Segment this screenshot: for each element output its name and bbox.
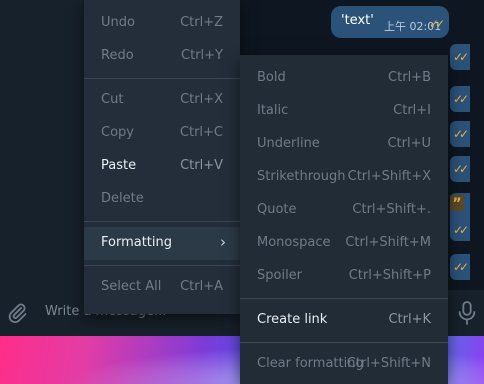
menu-item-label: Cut	[101, 92, 124, 107]
message-bubble[interactable]: 'text' 上午 02:01 ✓✓	[331, 6, 449, 38]
menu-item-shortcut: Ctrl+K	[388, 312, 431, 327]
menu-item-monospace[interactable]: Monospace Ctrl+Shift+M	[240, 227, 448, 260]
menu-item-spoiler[interactable]: Spoiler Ctrl+Shift+P	[240, 260, 448, 293]
menu-separator	[240, 342, 448, 343]
menu-separator	[84, 265, 240, 266]
double-check-icon: ✓✓	[453, 162, 469, 176]
menu-item-underline[interactable]: Underline Ctrl+U	[240, 128, 448, 161]
menu-item-shortcut: Ctrl+U	[387, 136, 431, 151]
menu-item-bold[interactable]: Bold Ctrl+B	[240, 62, 448, 95]
menu-item-create-link[interactable]: Create link Ctrl+K	[240, 304, 448, 337]
double-check-icon: ✓✓	[453, 223, 469, 237]
menu-item-label: Paste	[101, 158, 137, 173]
quote-icon: ”	[450, 195, 464, 212]
formatting-submenu: Bold Ctrl+B Italic Ctrl+I Underline Ctrl…	[240, 55, 448, 384]
paperclip-icon[interactable]	[6, 302, 28, 324]
menu-item-shortcut: Ctrl+Shift+.	[352, 202, 431, 217]
double-check-icon: ✓✓	[453, 260, 469, 274]
message-bubble-partial[interactable]: ✓✓	[450, 44, 470, 70]
double-check-icon: ✓✓	[453, 50, 469, 64]
menu-item-shortcut: Ctrl+C	[179, 125, 223, 140]
menu-separator	[84, 221, 240, 222]
menu-item-formatting[interactable]: Formatting ›	[84, 227, 240, 260]
menu-item-label: Copy	[101, 125, 134, 140]
menu-item-clear-formatting[interactable]: Clear formatting Ctrl+Shift+N	[240, 348, 448, 381]
message-bubble-partial[interactable]: ✓✓	[450, 254, 470, 280]
menu-item-label: Delete	[101, 191, 144, 206]
chevron-right-icon: ›	[220, 233, 226, 251]
menu-item-italic[interactable]: Italic Ctrl+I	[240, 95, 448, 128]
menu-item-label: Formatting	[101, 235, 173, 250]
menu-item-shortcut: Ctrl+Shift+P	[348, 268, 431, 283]
context-menu: Undo Ctrl+Z Redo Ctrl+Y Cut Ctrl+X Copy …	[84, 0, 240, 314]
menu-item-delete[interactable]: Delete	[84, 183, 240, 216]
double-check-icon: ✓✓	[453, 92, 469, 106]
menu-item-label: Monospace	[257, 235, 331, 250]
message-bubble-partial[interactable]: ✓✓	[450, 156, 470, 182]
menu-item-shortcut: Ctrl+V	[180, 158, 223, 173]
menu-item-shortcut: Ctrl+Shift+M	[345, 235, 431, 250]
menu-item-redo[interactable]: Redo Ctrl+Y	[84, 40, 240, 73]
double-check-icon: ✓✓	[429, 17, 445, 31]
menu-item-undo[interactable]: Undo Ctrl+Z	[84, 7, 240, 40]
menu-item-label: Italic	[257, 103, 289, 118]
menu-item-quote[interactable]: Quote Ctrl+Shift+.	[240, 194, 448, 227]
menu-item-label: Redo	[101, 48, 134, 63]
menu-item-shortcut: Ctrl+B	[388, 70, 431, 85]
menu-item-label: Bold	[257, 70, 286, 85]
microphone-icon[interactable]	[456, 300, 478, 326]
menu-item-shortcut: Ctrl+Shift+N	[346, 356, 431, 371]
menu-separator	[240, 298, 448, 299]
message-bubble-partial[interactable]: ✓✓	[450, 121, 470, 147]
message-bubble-partial[interactable]: ” ✓✓	[450, 193, 470, 241]
menu-item-label: Strikethrough	[257, 169, 346, 184]
menu-item-shortcut: Ctrl+Shift+X	[347, 169, 431, 184]
double-check-icon: ✓✓	[453, 127, 469, 141]
menu-item-label: Quote	[257, 202, 297, 217]
menu-item-cut[interactable]: Cut Ctrl+X	[84, 84, 240, 117]
menu-item-label: Spoiler	[257, 268, 303, 283]
menu-item-label: Underline	[257, 136, 320, 151]
message-bubble-partial[interactable]: ✓✓	[450, 86, 470, 112]
menu-item-shortcut: Ctrl+Z	[180, 15, 223, 30]
menu-item-shortcut: Ctrl+Y	[181, 48, 223, 63]
menu-item-shortcut: Ctrl+A	[180, 279, 223, 294]
menu-item-copy[interactable]: Copy Ctrl+C	[84, 117, 240, 150]
menu-item-label: Create link	[257, 312, 328, 327]
menu-separator	[84, 78, 240, 79]
menu-item-paste[interactable]: Paste Ctrl+V	[84, 150, 240, 183]
menu-item-select-all[interactable]: Select All Ctrl+A	[84, 271, 240, 304]
menu-item-shortcut: Ctrl+I	[393, 103, 431, 118]
message-text: 'text'	[341, 13, 374, 28]
menu-item-strikethrough[interactable]: Strikethrough Ctrl+Shift+X	[240, 161, 448, 194]
chat-list-panel	[0, 0, 84, 290]
menu-item-label: Select All	[101, 279, 162, 294]
menu-item-label: Undo	[101, 15, 135, 30]
menu-item-shortcut: Ctrl+X	[180, 92, 223, 107]
